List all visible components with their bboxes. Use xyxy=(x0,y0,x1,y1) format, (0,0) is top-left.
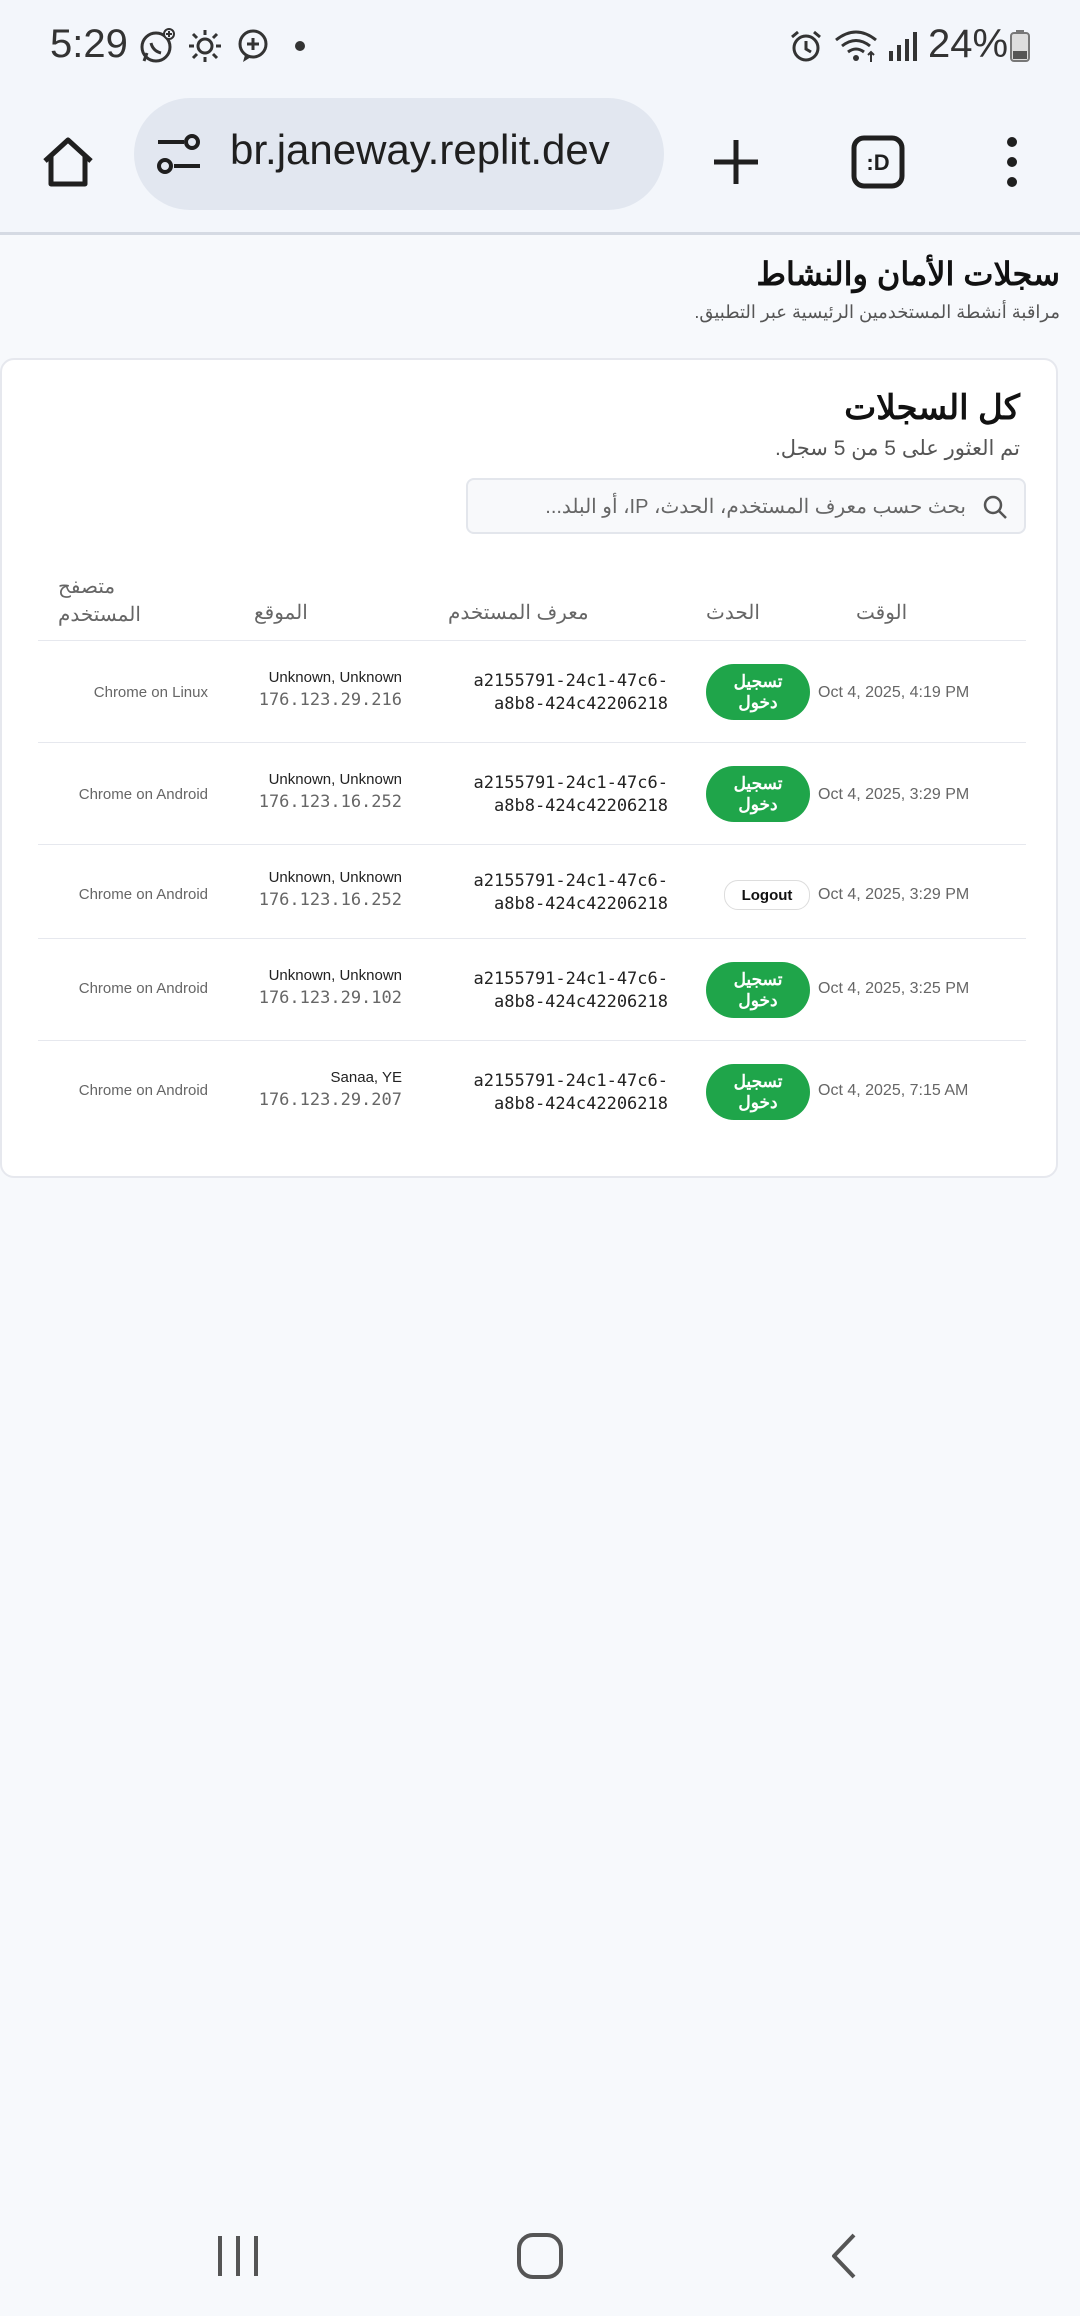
status-bar: 5:29 24% xyxy=(0,0,1080,92)
cell-browser: Chrome on Android xyxy=(78,886,208,903)
cell-location: Unknown, Unknown 176.123.16.252 xyxy=(258,869,402,910)
battery-icon xyxy=(1006,24,1034,68)
cell-time: Oct 4, 2025, 3:29 PM xyxy=(818,786,970,803)
logs-card: كل السجلات تم العثور على 5 من 5 سجل. بحث… xyxy=(0,358,1058,1178)
header-location: الموقع xyxy=(254,602,308,624)
cell-location: Sanaa, YE 176.123.29.207 xyxy=(258,1069,402,1110)
cell-user-id: a2155791-24c1-47c6- a8b8-424c42206218 xyxy=(473,773,668,816)
header-divider xyxy=(38,640,1026,641)
cell-browser: Chrome on Android xyxy=(78,1082,208,1099)
cell-user-id: a2155791-24c1-47c6- a8b8-424c42206218 xyxy=(473,969,668,1012)
alarm-icon xyxy=(786,24,826,68)
event-badge: Logout xyxy=(724,880,810,910)
page-header: سجلات الأمان والنشاط مراقبة أنشطة المستخ… xyxy=(20,254,1060,323)
header-event: الحدث xyxy=(706,602,760,624)
tab-switcher-icon[interactable]: :D xyxy=(838,122,918,202)
cell-user-id: a2155791-24c1-47c6- a8b8-424c42206218 xyxy=(473,1071,668,1114)
recent-apps-icon[interactable] xyxy=(198,2216,278,2296)
brightness-icon xyxy=(184,24,226,68)
cell-location: Unknown, Unknown 176.123.29.102 xyxy=(258,967,402,1008)
new-tab-icon[interactable] xyxy=(696,122,776,202)
row-divider xyxy=(38,1040,1026,1041)
more-menu-icon[interactable] xyxy=(972,122,1052,202)
site-settings-icon[interactable] xyxy=(154,132,204,176)
search-placeholder[interactable]: بحث حسب معرف المستخدم، الحدث، IP، أو الب… xyxy=(545,494,966,519)
search-input[interactable]: بحث حسب معرف المستخدم، الحدث، IP، أو الب… xyxy=(466,478,1026,534)
home-nav-icon[interactable] xyxy=(500,2216,580,2296)
cell-location: Unknown, Unknown 176.123.29.216 xyxy=(258,669,402,710)
signal-icon xyxy=(884,24,924,68)
status-time: 5:29 xyxy=(50,22,128,66)
card-title: كل السجلات xyxy=(844,389,1020,427)
page-subtitle: مراقبة أنشطة المستخدمين الرئيسية عبر الت… xyxy=(694,302,1060,322)
row-divider xyxy=(38,844,1026,845)
svg-text::D: :D xyxy=(866,150,889,175)
search-icon xyxy=(982,494,1008,520)
header-time: الوقت xyxy=(856,602,908,624)
cell-browser: Chrome on Android xyxy=(78,786,208,803)
browser-toolbar: br.janeway.replit.dev :D xyxy=(0,92,1080,235)
event-badge: تسجيل دخول xyxy=(706,766,810,822)
header-user-id: معرف المستخدم xyxy=(448,602,589,624)
chat-plus-icon xyxy=(232,24,274,68)
cell-time: Oct 4, 2025, 7:15 AM xyxy=(818,1082,969,1099)
card-description: تم العثور على 5 من 5 سجل. xyxy=(774,437,1020,460)
cell-location: Unknown, Unknown 176.123.16.252 xyxy=(258,771,402,812)
whatsapp-icon xyxy=(136,24,178,68)
header-browser-line2: المستخدم xyxy=(58,604,141,626)
system-nav-bar xyxy=(0,2196,1080,2316)
cell-browser: Chrome on Android xyxy=(78,980,208,997)
row-divider xyxy=(38,938,1026,939)
back-icon[interactable] xyxy=(804,2216,884,2296)
row-divider xyxy=(38,742,1026,743)
event-badge: تسجيل دخول xyxy=(706,962,810,1018)
header-browser-line1: متصفح xyxy=(58,576,116,598)
cell-time: Oct 4, 2025, 3:25 PM xyxy=(818,980,970,997)
url-text[interactable]: br.janeway.replit.dev xyxy=(230,126,650,174)
wifi-icon xyxy=(832,24,880,68)
url-bar[interactable]: br.janeway.replit.dev xyxy=(134,98,664,210)
cell-user-id: a2155791-24c1-47c6- a8b8-424c42206218 xyxy=(473,671,668,714)
cell-time: Oct 4, 2025, 4:19 PM xyxy=(818,684,970,701)
dot-icon xyxy=(290,24,310,68)
battery-percentage: 24% xyxy=(928,22,1009,66)
cell-user-id: a2155791-24c1-47c6- a8b8-424c42206218 xyxy=(473,871,668,914)
cell-browser: Chrome on Linux xyxy=(93,684,208,701)
event-badge: تسجيل دخول xyxy=(706,1064,810,1120)
event-badge: تسجيل دخول xyxy=(706,664,810,720)
page-title: سجلات الأمان والنشاط xyxy=(756,256,1060,292)
home-icon[interactable] xyxy=(28,122,108,202)
cell-time: Oct 4, 2025, 3:29 PM xyxy=(818,886,970,903)
